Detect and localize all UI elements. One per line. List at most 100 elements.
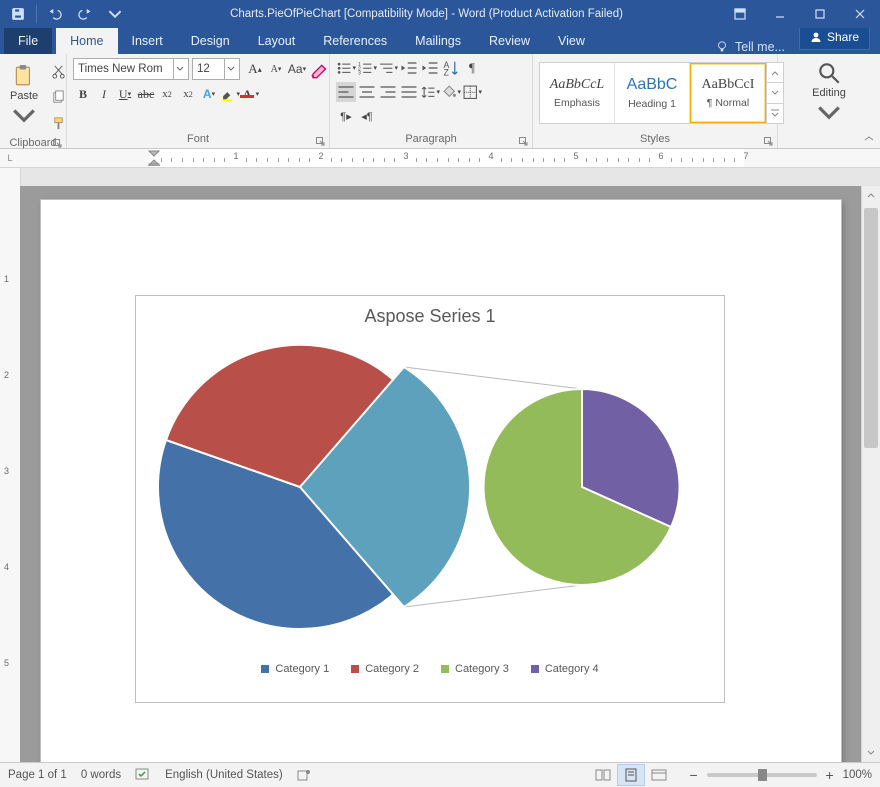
shading-icon[interactable]: ▾	[441, 82, 461, 102]
language-indicator[interactable]: English (United States)	[165, 769, 283, 781]
undo-icon[interactable]	[41, 0, 69, 28]
legend-item: Category 2	[351, 663, 419, 675]
align-right-icon[interactable]	[378, 82, 398, 102]
legend-item: Category 1	[261, 663, 329, 675]
justify-icon[interactable]	[399, 82, 419, 102]
show-hide-marks-icon[interactable]: ¶	[462, 58, 482, 78]
chevron-down-icon[interactable]	[224, 59, 237, 79]
chart-plot-area	[136, 327, 724, 657]
chart-title: Aspose Series 1	[136, 306, 724, 327]
rtl-direction-icon[interactable]: ◂¶	[357, 106, 377, 126]
maximize-icon[interactable]	[800, 0, 840, 28]
vertical-ruler[interactable]: 12345	[0, 168, 21, 762]
window-title: Charts.PieOfPieChart [Compatibility Mode…	[133, 8, 720, 20]
paste-button[interactable]: Paste	[6, 58, 42, 134]
chart-legend: Category 1 Category 2 Category 3 Categor…	[136, 663, 724, 675]
dialog-launcher-icon[interactable]	[50, 136, 64, 150]
legend-item: Category 4	[531, 663, 599, 675]
editing-button[interactable]: Editing	[808, 56, 850, 130]
dialog-launcher-icon[interactable]	[761, 134, 775, 148]
tab-view[interactable]: View	[544, 28, 599, 54]
horizontal-ruler[interactable]: 1234567	[20, 149, 880, 168]
grow-font-icon[interactable]: A▴	[245, 59, 265, 79]
tab-mailings[interactable]: Mailings	[401, 28, 475, 54]
zoom-value[interactable]: 100%	[843, 769, 872, 781]
borders-icon[interactable]: ▾	[462, 82, 482, 102]
scroll-down-icon[interactable]	[862, 744, 880, 762]
dialog-launcher-icon[interactable]	[313, 134, 327, 148]
read-mode-icon[interactable]	[589, 764, 617, 786]
font-name-combo[interactable]: Times New Rom	[73, 58, 189, 80]
superscript-icon[interactable]: x2	[178, 84, 198, 104]
word-count[interactable]: 0 words	[81, 769, 121, 781]
sort-icon[interactable]: AZ	[441, 58, 461, 78]
font-color-icon[interactable]: A▾	[241, 84, 261, 104]
qat-customize-icon[interactable]	[101, 0, 129, 28]
increase-indent-icon[interactable]	[420, 58, 440, 78]
align-left-icon[interactable]	[336, 82, 356, 102]
style-sample: AaBbCcL	[550, 77, 604, 93]
clipboard-label: Clipboard	[0, 136, 66, 150]
zoom-in-icon[interactable]: +	[823, 767, 837, 783]
vertical-scrollbar[interactable]	[861, 186, 880, 762]
decrease-indent-icon[interactable]	[399, 58, 419, 78]
underline-icon[interactable]: U▾	[115, 84, 135, 104]
tab-layout[interactable]: Layout	[244, 28, 310, 54]
page-indicator[interactable]: Page 1 of 1	[8, 769, 67, 781]
subscript-icon[interactable]: x2	[157, 84, 177, 104]
bold-icon[interactable]: B	[73, 84, 93, 104]
spellcheck-icon[interactable]	[135, 768, 151, 782]
print-layout-icon[interactable]	[617, 764, 645, 786]
document-area: 12345 Aspose Series 1	[0, 168, 880, 762]
zoom-slider[interactable]	[707, 773, 817, 777]
bullets-icon[interactable]: ▾	[336, 58, 356, 78]
style-heading-1[interactable]: AaBbC Heading 1	[615, 63, 690, 123]
scroll-up-icon[interactable]	[862, 186, 880, 204]
close-icon[interactable]	[840, 0, 880, 28]
shrink-font-icon[interactable]: A▾	[266, 59, 286, 79]
italic-icon[interactable]: I	[94, 84, 114, 104]
tab-file[interactable]: File	[4, 28, 52, 54]
strikethrough-icon[interactable]: abc	[136, 84, 156, 104]
tell-me-label: Tell me...	[735, 40, 785, 54]
numbering-icon[interactable]: 123▾	[357, 58, 377, 78]
style-emphasis[interactable]: AaBbCcL Emphasis	[540, 63, 615, 123]
highlight-icon[interactable]: ▾	[220, 84, 240, 104]
tab-home[interactable]: Home	[56, 28, 117, 54]
font-size-combo[interactable]: 12	[192, 58, 240, 80]
macro-recording-icon[interactable]	[297, 768, 311, 782]
web-layout-icon[interactable]	[645, 764, 673, 786]
zoom-out-icon[interactable]: −	[687, 767, 701, 783]
minimize-icon[interactable]	[760, 0, 800, 28]
page[interactable]: Aspose Series 1	[41, 200, 841, 762]
tab-review[interactable]: Review	[475, 28, 544, 54]
indent-marker-icon[interactable]	[148, 150, 160, 166]
dialog-launcher-icon[interactable]	[516, 134, 530, 148]
align-center-icon[interactable]	[357, 82, 377, 102]
style-normal[interactable]: AaBbCcI ¶ Normal	[690, 63, 766, 123]
tab-references[interactable]: References	[309, 28, 401, 54]
redo-icon[interactable]	[71, 0, 99, 28]
scrollbar-thumb[interactable]	[864, 208, 878, 448]
window-controls	[720, 0, 880, 28]
collapse-ribbon-icon[interactable]	[860, 132, 878, 146]
clipboard-group: Paste Clipboard	[0, 54, 67, 148]
ribbon-tab-strip: File Home Insert Design Layout Reference…	[0, 28, 880, 54]
chevron-down-icon[interactable]	[173, 59, 186, 79]
font-name-value: Times New Rom	[78, 63, 163, 75]
text-effects-icon[interactable]: A▾	[199, 84, 219, 104]
ltr-direction-icon[interactable]: ¶▸	[336, 106, 356, 126]
chevron-down-icon	[816, 101, 842, 127]
page-scroll-area[interactable]: Aspose Series 1	[20, 186, 862, 762]
view-buttons	[589, 764, 673, 786]
clear-formatting-icon[interactable]	[308, 59, 328, 79]
change-case-icon[interactable]: Aa▾	[287, 59, 307, 79]
tell-me[interactable]: Tell me...	[715, 40, 791, 54]
tab-insert[interactable]: Insert	[118, 28, 177, 54]
ribbon-display-options-icon[interactable]	[720, 0, 760, 28]
line-spacing-icon[interactable]: ▾	[420, 82, 440, 102]
tab-design[interactable]: Design	[177, 28, 244, 54]
chart-object[interactable]: Aspose Series 1	[135, 295, 725, 703]
multilevel-list-icon[interactable]: ▾	[378, 58, 398, 78]
save-icon[interactable]	[4, 0, 32, 28]
